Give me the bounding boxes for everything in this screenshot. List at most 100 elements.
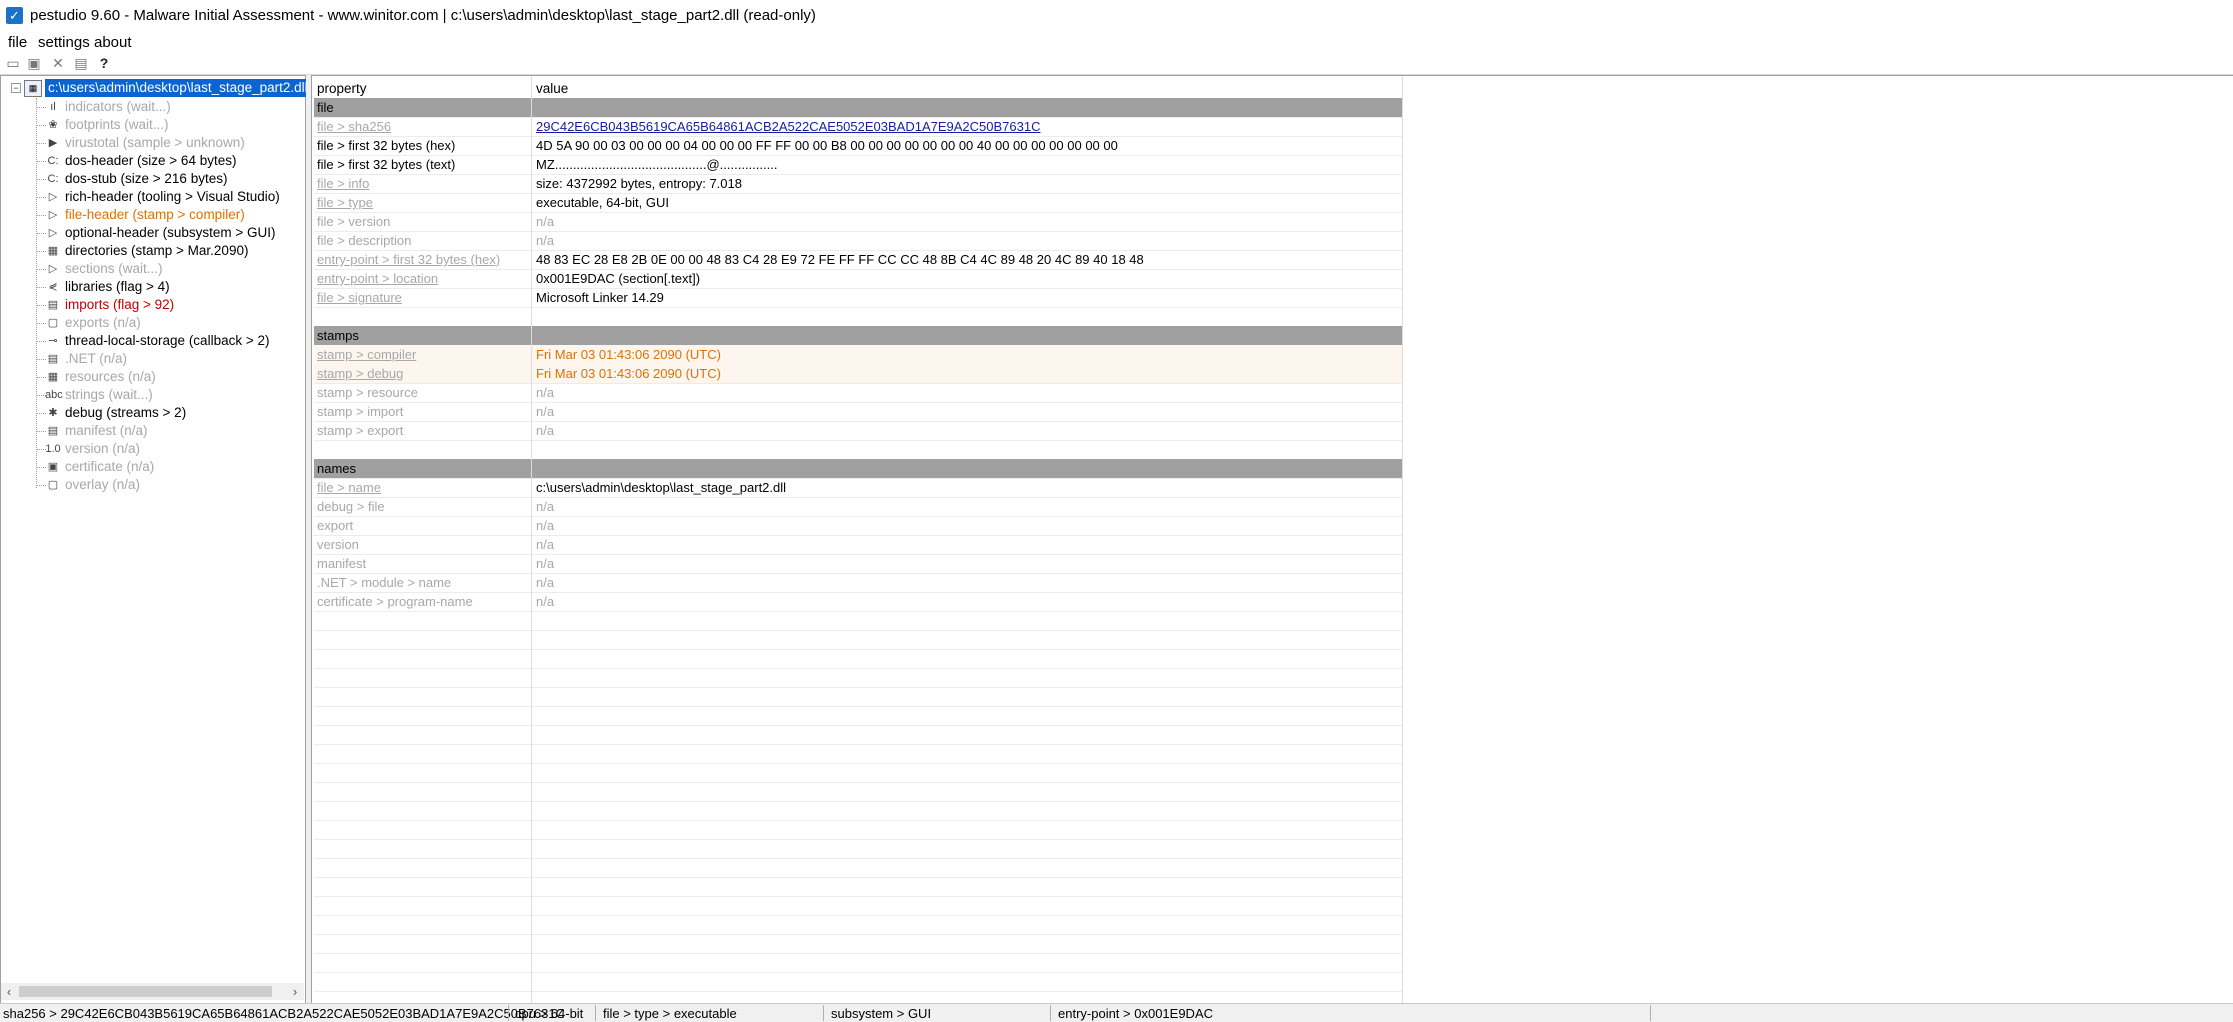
property-cell[interactable]: entry-point > location — [317, 269, 438, 288]
tls-icon: ⊸ — [48, 335, 58, 347]
tree-pane[interactable]: − ▦ c:\users\admin\desktop\last_stage_pa… — [0, 75, 311, 1005]
tree-item-label: strings (wait...) — [65, 387, 153, 402]
menu-settings[interactable]: settings — [38, 34, 90, 51]
status-sha256: sha256 > 29C42E6CB043B5619CA65B64861ACB2… — [3, 1006, 565, 1021]
table-row[interactable]: file > signature Microsoft Linker 14.29 — [314, 288, 1402, 307]
tree-item-label: libraries (flag > 4) — [65, 279, 170, 294]
property-cell[interactable]: entry-point > first 32 bytes (hex) — [317, 250, 500, 269]
table-row[interactable] — [314, 440, 1402, 459]
table-row[interactable]: manifest n/a — [314, 554, 1402, 573]
property-cell[interactable]: file > info — [317, 174, 369, 193]
table-row[interactable]: stamp > compiler Fri Mar 03 01:43:06 2090… — [314, 345, 1402, 364]
help-icon[interactable]: ? — [96, 55, 112, 71]
value-cell: n/a — [536, 556, 555, 571]
menu-file[interactable]: file — [8, 34, 27, 51]
tree-root-label[interactable]: c:\users\admin\desktop\last_stage_part2.… — [45, 79, 311, 97]
property-cell[interactable]: file > signature — [317, 288, 402, 307]
value-cell: Fri Mar 03 01:43:06 2090 (UTC) — [536, 366, 721, 381]
table-row[interactable] — [314, 307, 1402, 326]
title-bar: ✓ pestudio 9.60 - Malware Initial Assess… — [0, 0, 2233, 32]
property-cell[interactable]: stamp > debug — [317, 364, 403, 383]
value-cell: Microsoft Linker 14.29 — [536, 290, 664, 305]
debug-icon: ✱ — [48, 407, 58, 419]
property-cell[interactable]: file > type — [317, 193, 373, 212]
property-grid: property value file file > sha256 29C42E6C… — [311, 75, 2233, 1005]
section-header-row[interactable]: names — [314, 459, 1402, 478]
table-row[interactable]: version n/a — [314, 535, 1402, 554]
value-cell: n/a — [536, 233, 555, 248]
scrollbar-thumb[interactable] — [19, 986, 272, 997]
save-icon[interactable]: ▣ — [26, 55, 42, 71]
table-row[interactable]: file > version n/a — [314, 212, 1402, 231]
tree-item-label: sections (wait...) — [65, 261, 163, 276]
virustotal-icon: ▶ — [48, 137, 58, 149]
table-row[interactable]: file > type executable, 64-bit, GUI — [314, 193, 1402, 212]
table-row[interactable]: file > description n/a — [314, 231, 1402, 250]
table-row[interactable]: entry-point > first 32 bytes (hex) 48 83 … — [314, 250, 1402, 269]
scroll-right-icon[interactable]: › — [288, 984, 302, 999]
manifest-icon: ▤ — [47, 425, 59, 437]
table-row[interactable]: stamp > debug Fri Mar 03 01:43:06 2090 (U… — [314, 364, 1402, 383]
property-cell[interactable]: file > name — [317, 478, 381, 497]
tree-item-label: dos-header (size > 64 bytes) — [65, 153, 237, 168]
table-row[interactable]: stamp > import n/a — [314, 402, 1402, 421]
table-row[interactable]: file > first 32 bytes (hex) 4D 5A 90 00 0… — [314, 136, 1402, 155]
property-cell: file > description — [317, 233, 412, 248]
resources-icon: ▦ — [47, 371, 59, 383]
value-cell: n/a — [536, 518, 555, 533]
table-row[interactable]: .NET > module > name n/a — [314, 573, 1402, 592]
value-cell: executable, 64-bit, GUI — [536, 195, 669, 210]
close-icon[interactable]: ✕ — [50, 55, 66, 71]
table-row[interactable]: file > sha256 29C42E6CB043B5619CA65B64861… — [314, 117, 1402, 136]
value-cell: MZ......................................… — [536, 157, 778, 172]
footprints-icon: ❀ — [48, 119, 58, 131]
menu-bar: file settings about — [0, 32, 2233, 52]
table-row[interactable]: stamp > export n/a — [314, 421, 1402, 440]
tree-item-label: indicators (wait...) — [65, 99, 171, 114]
file-header-icon: ▷ — [48, 209, 58, 221]
value-cell: n/a — [536, 385, 555, 400]
menu-about[interactable]: about — [94, 34, 132, 51]
tree-root-node[interactable]: − ▦ c:\users\admin\desktop\last_stage_pa… — [11, 79, 311, 97]
indicators-icon: ıl — [50, 101, 56, 113]
value-cell: 4D 5A 90 00 03 00 00 00 04 00 00 00 FF F… — [536, 138, 1118, 153]
sections-icon: ▷ — [48, 263, 58, 275]
property-cell: names — [317, 461, 357, 476]
optional-header-icon: ▷ — [48, 227, 58, 239]
value-cell[interactable]: 29C42E6CB043B5619CA65B64861ACB2A522CAE50… — [536, 117, 1040, 136]
tree-item-label: version (n/a) — [65, 441, 141, 456]
tree-item-label: manifest (n/a) — [65, 423, 148, 438]
table-row[interactable]: debug > file n/a — [314, 497, 1402, 516]
property-cell: stamps — [317, 328, 359, 343]
scroll-left-icon[interactable]: ‹ — [2, 984, 16, 999]
value-cell: n/a — [536, 537, 555, 552]
status-subsystem: subsystem > GUI — [831, 1006, 932, 1021]
table-row[interactable]: file > name c:\users\admin\desktop\last_s… — [314, 478, 1402, 497]
collapse-icon[interactable]: − — [11, 83, 21, 93]
tree-item-label: rich-header (tooling > Visual Studio) — [65, 189, 280, 204]
status-entry-point: entry-point > 0x001E9DAC — [1058, 1006, 1214, 1021]
table-row[interactable]: export n/a — [314, 516, 1402, 535]
copy-icon[interactable]: ▤ — [73, 55, 89, 71]
table-row[interactable]: file > first 32 bytes (text) MZ..........… — [314, 155, 1402, 174]
open-folder-icon[interactable]: ▭ — [5, 55, 21, 71]
property-cell: file > first 32 bytes (text) — [317, 157, 456, 172]
column-header-property[interactable]: property — [317, 79, 367, 98]
section-header-row[interactable]: file — [314, 98, 1402, 117]
tree-horizontal-scrollbar[interactable]: ‹ › — [1, 983, 304, 1000]
property-cell: stamp > resource — [317, 385, 418, 400]
table-row[interactable]: stamp > resource n/a — [314, 383, 1402, 402]
tree-item-label: overlay (n/a) — [65, 477, 141, 492]
libraries-icon: ⋞ — [48, 281, 58, 293]
section-header-row[interactable]: stamps — [314, 326, 1402, 345]
table-row[interactable]: certificate > program-name n/a — [314, 592, 1402, 611]
table-row[interactable]: entry-point > location 0x001E9DAC (sectio… — [314, 269, 1402, 288]
property-cell[interactable]: stamp > compiler — [317, 345, 416, 364]
tree-item-label: directories (stamp > Mar.2090) — [65, 243, 249, 258]
column-header-value[interactable]: value — [536, 79, 568, 98]
value-cell: 0x001E9DAC (section[.text]) — [536, 271, 701, 286]
property-cell: file > version — [317, 214, 391, 229]
property-cell[interactable]: file > sha256 — [317, 117, 391, 136]
value-cell: 48 83 EC 28 E8 2B 0E 00 00 48 83 C4 28 E… — [536, 252, 1144, 267]
table-row[interactable]: file > info size: 4372992 bytes, entropy:… — [314, 174, 1402, 193]
